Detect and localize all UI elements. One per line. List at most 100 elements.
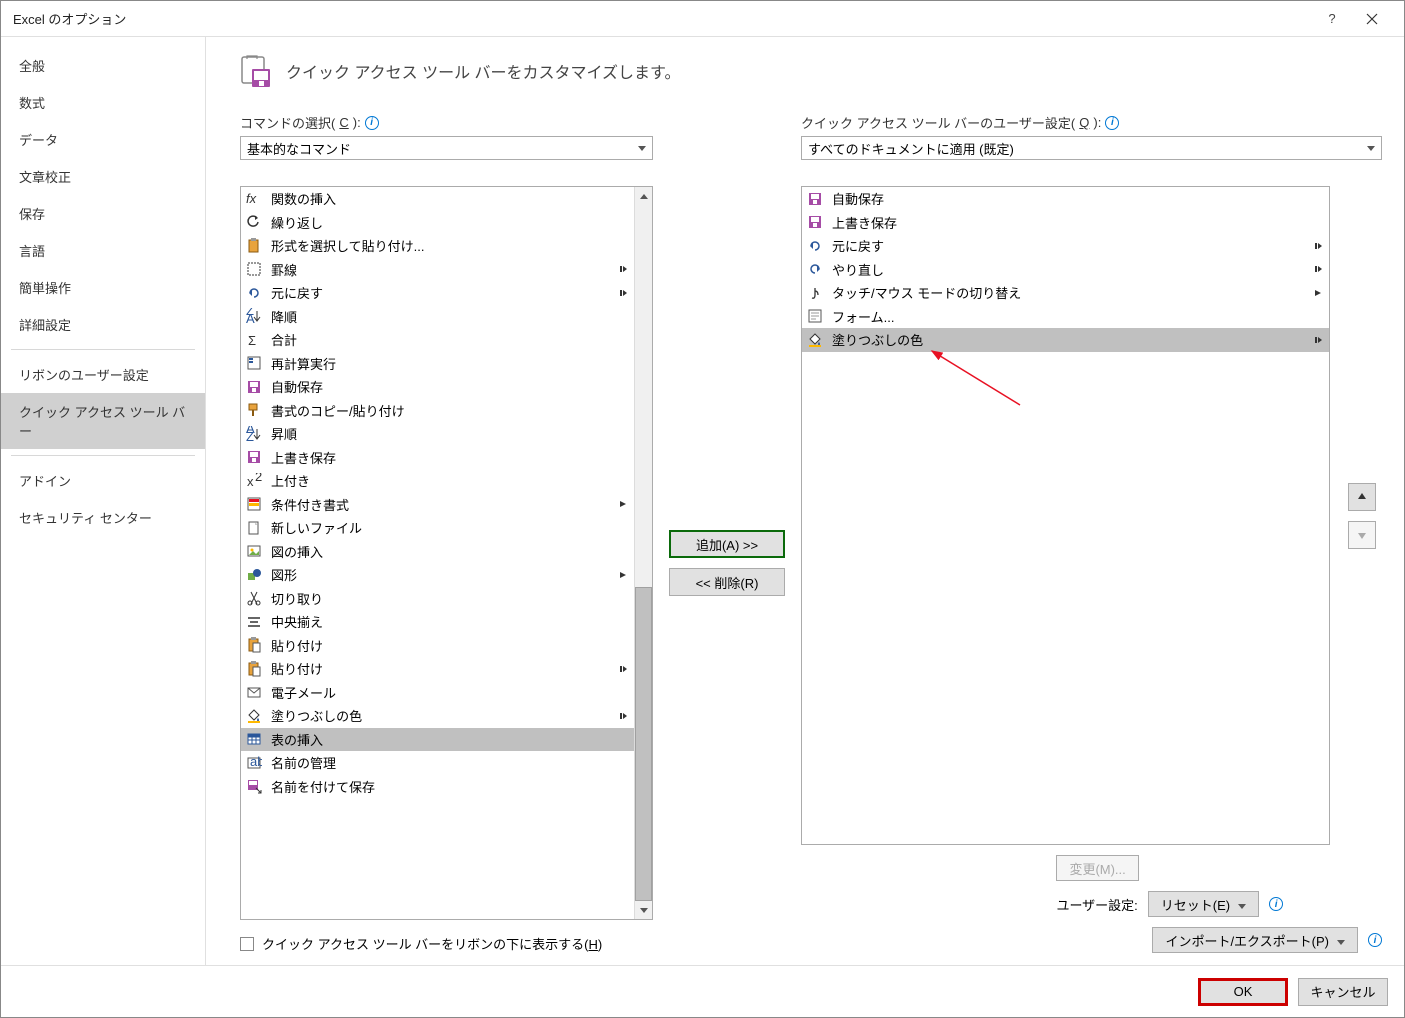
move-up-button[interactable] bbox=[1348, 483, 1376, 511]
cond-format-icon bbox=[245, 495, 263, 513]
info-icon[interactable]: i bbox=[1368, 933, 1382, 947]
command-item[interactable]: ab名前の管理 bbox=[241, 751, 634, 775]
submenu-indicator bbox=[616, 264, 630, 274]
submenu-indicator bbox=[616, 570, 630, 580]
command-item[interactable]: 図形 bbox=[241, 563, 634, 587]
customize-qat-combo[interactable]: すべてのドキュメントに適用 (既定) bbox=[801, 136, 1382, 160]
import-export-button[interactable]: インポート/エクスポート(P) bbox=[1152, 927, 1358, 953]
cancel-button[interactable]: キャンセル bbox=[1298, 978, 1388, 1006]
qat-item[interactable]: やり直し bbox=[802, 258, 1329, 282]
info-icon[interactable]: i bbox=[365, 116, 379, 130]
sidebar-item[interactable]: 保存 bbox=[1, 195, 205, 232]
item-label: 自動保存 bbox=[832, 189, 1303, 208]
item-label: 中央揃え bbox=[271, 612, 608, 631]
submenu-indicator bbox=[616, 288, 630, 298]
fill-color-icon bbox=[245, 707, 263, 725]
command-item[interactable]: 自動保存 bbox=[241, 375, 634, 399]
command-item[interactable]: Σ 合計 bbox=[241, 328, 634, 352]
sidebar-item[interactable]: クイック アクセス ツール バー bbox=[1, 393, 205, 449]
reset-button[interactable]: リセット(E) bbox=[1148, 891, 1259, 917]
repeat-icon bbox=[245, 213, 263, 231]
scrollbar[interactable] bbox=[634, 187, 652, 919]
command-item[interactable]: 名前を付けて保存 bbox=[241, 775, 634, 799]
qat-item[interactable]: 塗りつぶしの色 bbox=[802, 328, 1329, 352]
command-item[interactable]: 電子メール bbox=[241, 681, 634, 705]
sidebar-item[interactable]: 全般 bbox=[1, 47, 205, 84]
command-item[interactable]: AZ昇順 bbox=[241, 422, 634, 446]
modify-button[interactable]: 変更(M)... bbox=[1056, 855, 1138, 881]
qat-item[interactable]: フォーム... bbox=[802, 305, 1329, 329]
item-label: 塗りつぶしの色 bbox=[271, 706, 608, 725]
sidebar-item[interactable]: 文章校正 bbox=[1, 158, 205, 195]
borders-icon bbox=[245, 260, 263, 278]
command-item[interactable]: 表の挿入 bbox=[241, 728, 634, 752]
item-label: 名前を付けて保存 bbox=[271, 777, 608, 796]
move-down-button[interactable] bbox=[1348, 521, 1376, 549]
svg-text:fx: fx bbox=[246, 191, 257, 206]
qat-listbox[interactable]: 自動保存上書き保存元に戻すやり直しタッチ/マウス モードの切り替えフォーム...… bbox=[801, 186, 1330, 845]
command-item[interactable]: x2上付き bbox=[241, 469, 634, 493]
remove-button[interactable]: << 削除(R) bbox=[669, 568, 785, 596]
item-label: 書式のコピー/貼り付け bbox=[271, 401, 608, 420]
sidebar-item[interactable]: リボンのユーザー設定 bbox=[1, 356, 205, 393]
scroll-down[interactable] bbox=[635, 901, 652, 919]
checkbox-icon bbox=[240, 937, 254, 951]
qat-item[interactable]: 自動保存 bbox=[802, 187, 1329, 211]
scroll-up[interactable] bbox=[635, 187, 652, 205]
commands-listbox[interactable]: fx関数の挿入繰り返し形式を選択して貼り付け...罫線元に戻す ZA降順 Σ 合計再計… bbox=[240, 186, 653, 920]
submenu-indicator bbox=[616, 664, 630, 674]
command-item[interactable]: 切り取り bbox=[241, 587, 634, 611]
sidebar-item[interactable]: 簡単操作 bbox=[1, 269, 205, 306]
cut-icon bbox=[245, 589, 263, 607]
command-item[interactable]: 元に戻す bbox=[241, 281, 634, 305]
command-item[interactable]: 再計算実行 bbox=[241, 352, 634, 376]
close-icon bbox=[1366, 13, 1378, 25]
ok-button[interactable]: OK bbox=[1198, 978, 1288, 1006]
command-item[interactable]: 上書き保存 bbox=[241, 446, 634, 470]
info-icon[interactable]: i bbox=[1105, 116, 1119, 130]
format-painter-icon bbox=[245, 401, 263, 419]
close-button[interactable] bbox=[1352, 4, 1392, 34]
sidebar-item[interactable]: 数式 bbox=[1, 84, 205, 121]
main-panel: クイック アクセス ツール バーをカスタマイズします。 コマンドの選択(C): … bbox=[206, 37, 1404, 965]
qat-item[interactable]: タッチ/マウス モードの切り替え bbox=[802, 281, 1329, 305]
command-item[interactable]: 中央揃え bbox=[241, 610, 634, 634]
command-item[interactable]: 繰り返し bbox=[241, 211, 634, 235]
qat-item[interactable]: 元に戻す bbox=[802, 234, 1329, 258]
item-label: 元に戻す bbox=[271, 283, 608, 302]
sidebar-item[interactable]: アドイン bbox=[1, 462, 205, 499]
item-label: 合計 bbox=[271, 330, 608, 349]
command-item[interactable]: fx関数の挿入 bbox=[241, 187, 634, 211]
command-item[interactable]: 書式のコピー/貼り付け bbox=[241, 399, 634, 423]
sidebar-divider bbox=[11, 349, 195, 350]
item-label: 表の挿入 bbox=[271, 730, 608, 749]
superscript-icon: x2 bbox=[245, 472, 263, 490]
sort-asc-icon: AZ bbox=[245, 425, 263, 443]
command-item[interactable]: 罫線 bbox=[241, 258, 634, 282]
sidebar-item[interactable]: 言語 bbox=[1, 232, 205, 269]
choose-commands-combo[interactable]: 基本的なコマンド bbox=[240, 136, 653, 160]
window-title: Excel のオプション bbox=[13, 9, 1312, 28]
command-item[interactable]: 塗りつぶしの色 bbox=[241, 704, 634, 728]
sidebar-item[interactable]: 詳細設定 bbox=[1, 306, 205, 343]
item-label: やり直し bbox=[832, 260, 1303, 279]
sidebar-item[interactable]: データ bbox=[1, 121, 205, 158]
qat-item[interactable]: 上書き保存 bbox=[802, 211, 1329, 235]
command-item[interactable]: 新しいファイル bbox=[241, 516, 634, 540]
command-item[interactable]: 貼り付け bbox=[241, 657, 634, 681]
item-label: 繰り返し bbox=[271, 213, 608, 232]
sidebar-item[interactable]: セキュリティ センター bbox=[1, 499, 205, 536]
sum-icon: Σ bbox=[245, 331, 263, 349]
command-item[interactable]: 条件付き書式 bbox=[241, 493, 634, 517]
info-icon[interactable]: i bbox=[1269, 897, 1283, 911]
help-button[interactable]: ? bbox=[1312, 4, 1352, 34]
item-label: 図の挿入 bbox=[271, 542, 608, 561]
svg-text:2: 2 bbox=[255, 473, 262, 484]
command-item[interactable]: ZA降順 bbox=[241, 305, 634, 329]
scroll-thumb[interactable] bbox=[635, 587, 652, 901]
command-item[interactable]: 形式を選択して貼り付け... bbox=[241, 234, 634, 258]
command-item[interactable]: 図の挿入 bbox=[241, 540, 634, 564]
command-item[interactable]: 貼り付け bbox=[241, 634, 634, 658]
add-button[interactable]: 追加(A) >> bbox=[669, 530, 785, 558]
show-below-ribbon-checkbox[interactable]: クイック アクセス ツール バーをリボンの下に表示する(H) bbox=[240, 934, 653, 953]
